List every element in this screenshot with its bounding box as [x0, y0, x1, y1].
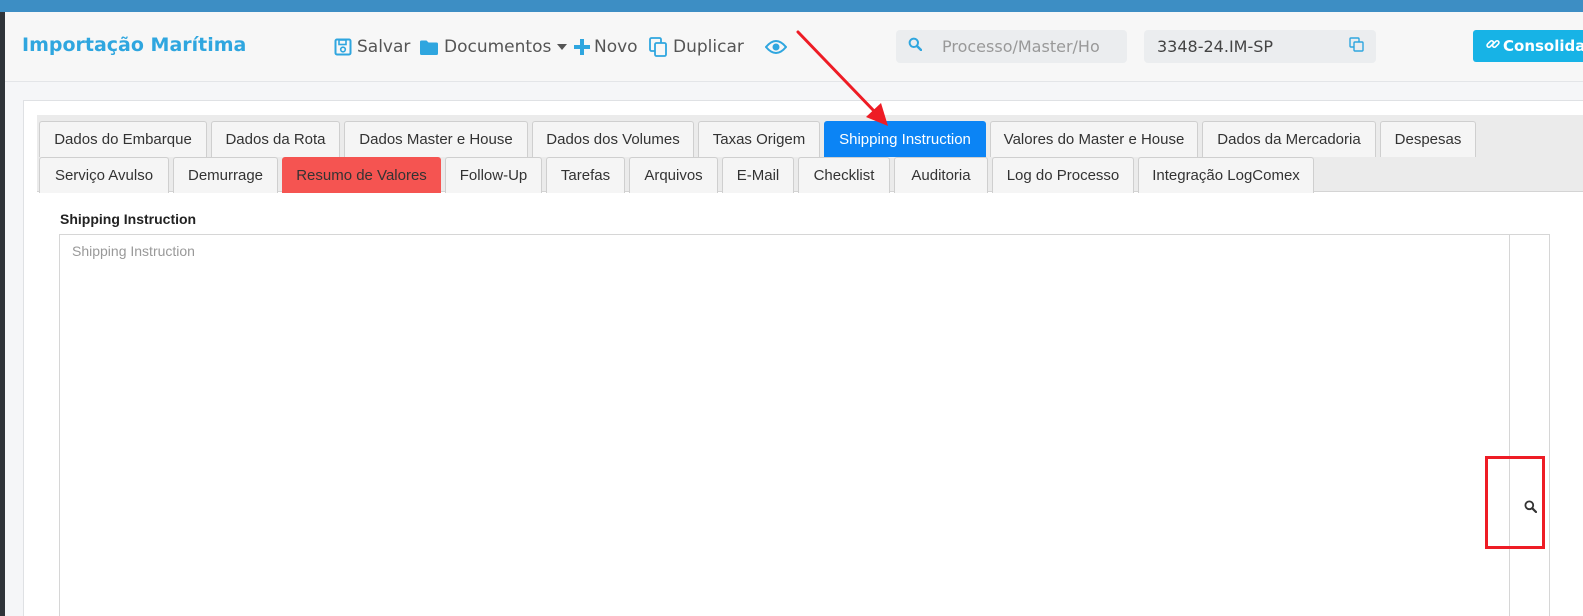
shipping-instruction-textarea[interactable]	[60, 235, 1510, 616]
page-header: Importação Marítima Salvar Documentos No…	[5, 12, 1583, 82]
save-button[interactable]: Salvar	[334, 34, 410, 60]
tab-bar: Dados do Embarque Dados da Rota Dados Ma…	[37, 115, 1583, 193]
new-button[interactable]: Novo	[574, 34, 638, 60]
tab-e-mail[interactable]: E-Mail	[722, 157, 794, 193]
documents-dropdown[interactable]: Documentos	[419, 34, 568, 60]
tab-resumo-de-valores[interactable]: Resumo de Valores	[282, 157, 441, 193]
tab-integracao-logcomex[interactable]: Integração LogComex	[1138, 157, 1314, 193]
tab-log-do-processo[interactable]: Log do Processo	[992, 157, 1134, 193]
tab-demurrage[interactable]: Demurrage	[173, 157, 278, 193]
tab-shipping-instruction[interactable]: Shipping Instruction	[824, 121, 986, 157]
tab-despesas[interactable]: Despesas	[1380, 121, 1476, 157]
tab-valores-do-master-e-house[interactable]: Valores do Master e House	[990, 121, 1198, 157]
copy-icon	[649, 37, 668, 57]
duplicate-label: Duplicar	[673, 37, 744, 57]
tab-checklist[interactable]: Checklist	[798, 157, 890, 193]
preview-button[interactable]	[765, 34, 787, 60]
plus-icon	[574, 39, 590, 55]
consolidate-button[interactable]: Consolidar	[1473, 30, 1583, 62]
tab-servico-avulso[interactable]: Serviço Avulso	[39, 157, 169, 193]
chevron-down-icon	[557, 44, 568, 50]
consolidate-label: Consolidar	[1503, 37, 1583, 55]
link-icon	[1486, 37, 1500, 55]
process-search-box	[896, 30, 1127, 63]
tab-tarefas[interactable]: Tarefas	[546, 157, 625, 193]
process-card: Dados do Embarque Dados da Rota Dados Ma…	[23, 100, 1583, 616]
search-icon	[908, 37, 923, 56]
process-search-input[interactable]	[942, 37, 1117, 56]
search-icon	[1524, 500, 1538, 518]
process-number: 3348-24.IM-SP	[1157, 37, 1274, 56]
tab-arquivos[interactable]: Arquivos	[629, 157, 718, 193]
tab-auditoria[interactable]: Auditoria	[894, 157, 988, 193]
documents-label: Documentos	[444, 37, 552, 57]
process-number-box: 3348-24.IM-SP	[1144, 30, 1376, 63]
tab-follow-up[interactable]: Follow-Up	[445, 157, 542, 193]
page-title: Importação Marítima	[22, 34, 247, 56]
app-window: Importação Marítima Salvar Documentos No…	[5, 12, 1583, 616]
duplicate-button[interactable]: Duplicar	[649, 34, 744, 60]
tab-dados-da-rota[interactable]: Dados da Rota	[211, 121, 340, 157]
eye-icon	[765, 39, 787, 55]
shipping-instruction-label: Shipping Instruction	[60, 211, 197, 227]
copy-icon[interactable]	[1349, 36, 1364, 57]
tab-dados-dos-volumes[interactable]: Dados dos Volumes	[532, 121, 694, 157]
browser-top-bar	[0, 0, 1583, 12]
shipping-instruction-search-button[interactable]	[1510, 235, 1549, 616]
tab-dados-do-embarque[interactable]: Dados do Embarque	[39, 121, 207, 157]
save-label: Salvar	[357, 37, 411, 57]
new-label: Novo	[594, 37, 638, 57]
tab-taxas-origem[interactable]: Taxas Origem	[698, 121, 820, 157]
shipping-instruction-field	[59, 234, 1550, 616]
folder-icon	[419, 39, 439, 56]
tab-dados-da-mercadoria[interactable]: Dados da Mercadoria	[1202, 121, 1376, 157]
floppy-disk-icon	[334, 38, 352, 56]
tab-dados-master-e-house[interactable]: Dados Master e House	[344, 121, 528, 157]
